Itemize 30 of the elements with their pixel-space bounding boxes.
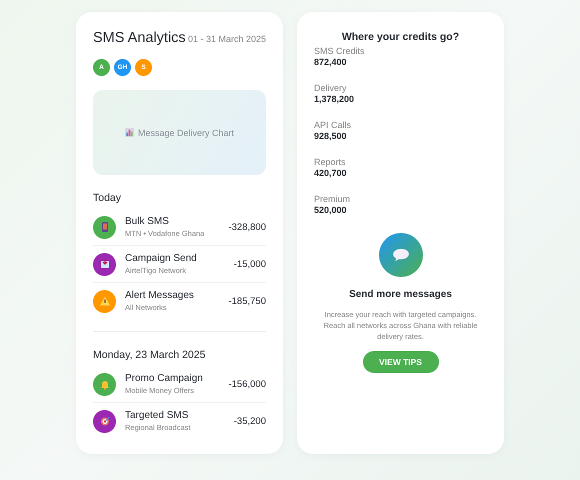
stat-value: 928,500 [314,131,348,141]
stat-value: 1,378,200 [314,94,356,104]
promo-title: Send more messages [349,289,452,300]
stat-label: Reports [314,157,347,167]
transaction-amount: -35,200 [234,416,266,426]
card-title: SMS Analytics [93,30,186,46]
bar-chart-icon [124,128,134,137]
stat-label: Premium [314,194,352,204]
transaction-amount: -156,000 [228,378,266,390]
date-range: 01 - 31 March 2025 [188,34,266,44]
chat-bubble-icon [378,233,422,277]
section-heading: Today [93,192,122,204]
transaction-amount: -185,750 [228,296,266,306]
stat-label: API Calls [314,120,352,130]
transaction-title: Campaign Send [125,253,198,264]
stat-label: SMS Credits [314,46,366,56]
transaction-title: Alert Messages [125,290,195,301]
transaction-title: Targeted SMS [125,410,190,421]
transaction-amount: -328,800 [228,222,266,232]
stat-label: Delivery [314,83,348,93]
chart-label: Message Delivery Chart [138,128,234,138]
transaction-title: Promo Campaign [125,373,204,384]
transaction-title: Bulk SMS [125,216,170,227]
stat-value: 520,000 [314,205,348,215]
card-title: Where your credits go? [340,31,460,43]
stat-value: 420,700 [314,168,348,178]
stat-value: 872,400 [314,57,348,67]
view-tips-button[interactable]: VIEW TIPS [362,351,438,373]
transaction-amount: -15,000 [234,258,266,270]
section-heading: Monday, 23 March 2025 [93,349,206,361]
